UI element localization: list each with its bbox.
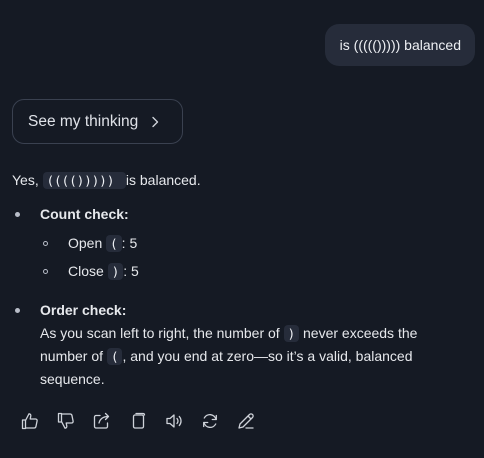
close-label: Close [68, 263, 104, 279]
bullet-dot [15, 308, 20, 313]
thumbs-down-button[interactable] [56, 409, 92, 433]
order-line2-prefix: number of [40, 348, 104, 364]
order-check-title: Order check: [40, 302, 127, 318]
order-line2-symbol: ( [106, 348, 123, 365]
intro-suffix: is balanced. [125, 172, 201, 188]
count-check-title: Count check: [40, 206, 129, 222]
see-thinking-label: See my thinking [28, 112, 139, 130]
speaker-icon [166, 414, 182, 428]
open-value: : 5 [121, 235, 138, 251]
regenerate-button[interactable] [200, 409, 236, 433]
chevron-right-icon [150, 116, 160, 128]
sub-bullet-circle [43, 269, 48, 274]
close-count-line: Close ): 5 [68, 260, 139, 283]
order-check-line-1: As you scan left to right, the number of… [40, 322, 417, 345]
close-symbol-code: ) [107, 263, 124, 280]
user-message-bubble: is ((((())))) balanced [324, 24, 475, 66]
copy-icon [132, 412, 146, 429]
order-line1-symbol: ) [283, 325, 300, 342]
copy-button[interactable] [128, 409, 164, 433]
order-check-line-3: sequence. [40, 371, 105, 387]
open-symbol-code: ( [106, 235, 122, 252]
edit-button[interactable] [236, 409, 272, 433]
user-message-text: is ((((())))) balanced [339, 37, 461, 53]
intro-code: (((())))) [42, 172, 126, 189]
thumbs-up-button[interactable] [20, 409, 56, 433]
answer-intro: Yes, (((())))) is balanced. [12, 169, 201, 192]
thumbs-down-icon [57, 412, 74, 429]
order-line1-prefix: As you scan left to right, the number of [40, 325, 280, 341]
read-aloud-button[interactable] [164, 409, 200, 433]
intro-prefix: Yes, [12, 172, 39, 188]
edit-icon [238, 413, 254, 429]
share-icon [93, 412, 110, 429]
see-thinking-button[interactable]: See my thinking [12, 99, 183, 144]
close-value: : 5 [123, 263, 139, 279]
thumbs-up-icon [21, 413, 38, 430]
order-line1-suffix: never exceeds the [303, 325, 418, 341]
share-button[interactable] [92, 409, 128, 433]
sub-bullet-circle [43, 241, 48, 246]
open-count-line: Open (: 5 [68, 232, 137, 255]
chat-page: is ((((())))) balanced See my thinking Y… [0, 0, 484, 458]
message-actions-toolbar [20, 409, 272, 433]
order-check-line-2: number of (, and you end at zero—so it’s… [40, 345, 413, 368]
order-line2-suffix: , and you end at zero—so it’s a valid, b… [122, 348, 413, 364]
open-label: Open [68, 235, 103, 251]
regenerate-icon [203, 414, 217, 428]
bullet-dot [15, 212, 20, 217]
